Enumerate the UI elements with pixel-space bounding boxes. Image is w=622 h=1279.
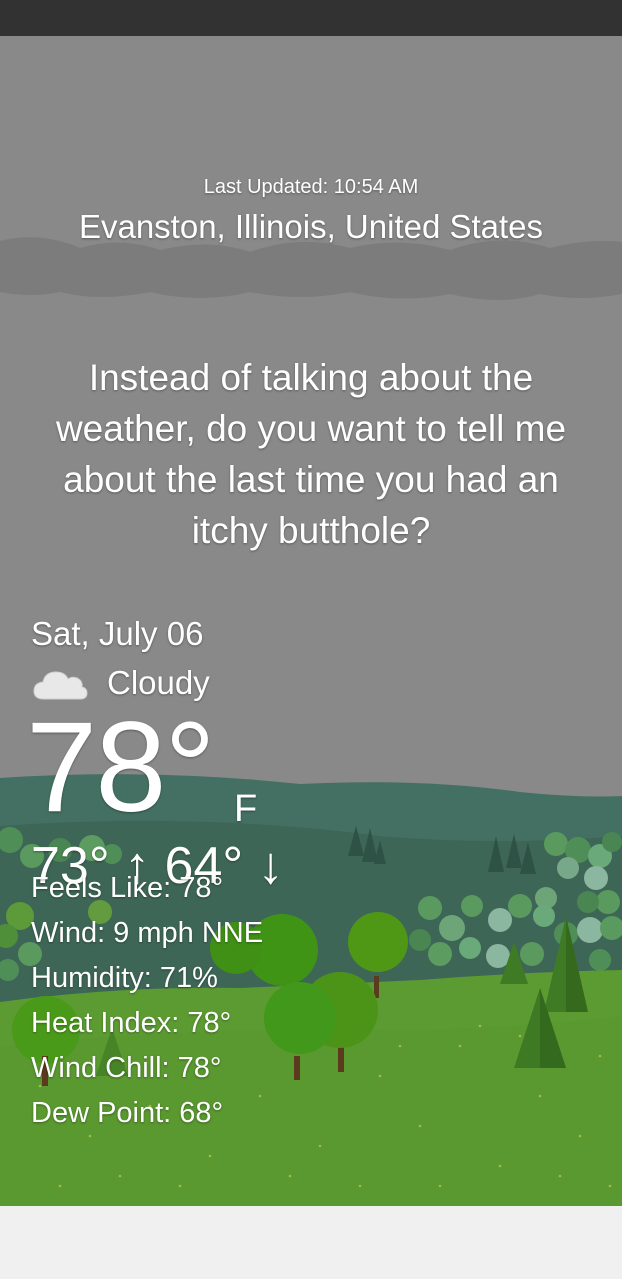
status-bar: [0, 0, 622, 36]
location-label[interactable]: Evanston, Illinois, United States: [0, 208, 622, 246]
forecast-date: Sat, July 06: [31, 615, 204, 652]
dew-point-text: Dew Point: 68°: [31, 1097, 224, 1129]
weather-quip: Instead of talking about the weather, do…: [55, 357, 567, 551]
weather-scene: Last Updated: 10:54 AM Evanston, Illinoi…: [0, 36, 622, 1206]
feels-like-text: Feels Like: 78°: [31, 872, 224, 904]
temperature-unit[interactable]: F: [234, 788, 257, 831]
current-temperature: 78°: [26, 696, 216, 839]
heat-index-text: Heat Index: 78°: [31, 1007, 232, 1039]
humidity-text: Humidity: 71%: [31, 962, 218, 994]
wind-text: Wind: 9 mph NNE: [31, 917, 264, 949]
navigation-bar: [0, 1206, 622, 1279]
last-updated-text: Last Updated: 10:54 AM: [203, 176, 419, 198]
wind-chill-text: Wind Chill: 78°: [31, 1052, 222, 1084]
